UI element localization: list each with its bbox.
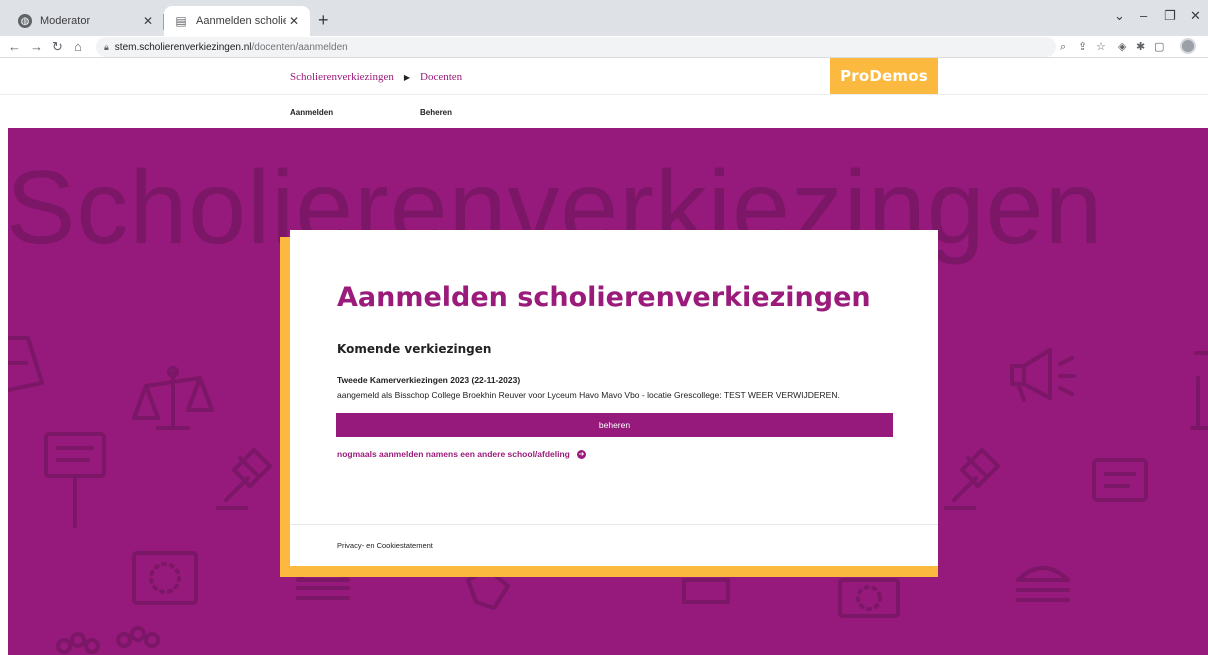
prodemos-logo[interactable]: ProDemos <box>830 58 938 94</box>
pattern-chat-icon <box>682 578 730 604</box>
close-icon[interactable]: ✕ <box>286 14 302 28</box>
tab-search-chevron-icon[interactable]: ⌄ <box>1114 8 1125 24</box>
bookmark-star-icon[interactable]: ☆ <box>1096 39 1106 55</box>
home-icon[interactable]: ⌂ <box>74 38 82 56</box>
card-divider <box>290 524 938 525</box>
side-panel-icon[interactable]: ▢ <box>1154 39 1164 55</box>
page-title: Aanmelden scholierenverkiezingen <box>337 282 871 313</box>
site-header: Scholierenverkiezingen ▶ Docenten ProDem… <box>0 58 1208 128</box>
breadcrumb: Scholierenverkiezingen ▶ Docenten <box>290 71 462 83</box>
close-icon[interactable]: ✕ <box>140 14 156 28</box>
subnav-beheren[interactable]: Beheren <box>420 108 452 117</box>
manage-button[interactable]: beheren <box>336 413 893 437</box>
url-host: stem.scholierenverkiezingen.nl <box>114 41 252 53</box>
profile-avatar[interactable] <box>1180 38 1196 54</box>
minimize-icon[interactable]: – <box>1140 8 1147 23</box>
registration-status: aangemeld als Bisschop College Broekhin … <box>337 390 840 400</box>
breadcrumb-arrow-icon: ▶ <box>403 72 411 82</box>
puzzle-icon[interactable]: ✱ <box>1136 39 1145 55</box>
lock-icon: 🔒︎ <box>104 41 109 52</box>
browser-tab-moderator[interactable]: ◍ Moderator ✕ <box>8 6 164 36</box>
pattern-eu-flag-icon-2 <box>838 578 900 618</box>
registration-card: Aanmelden scholierenverkiezingen Komende… <box>290 230 938 566</box>
browser-tab-bar: ◍ Moderator ✕ ▤ Aanmelden scholierenverk… <box>0 0 1208 36</box>
pattern-gavel-icon <box>216 448 272 510</box>
breadcrumb-docenten[interactable]: Docenten <box>420 71 462 83</box>
share-icon[interactable]: ⇪ <box>1078 39 1087 55</box>
url-path: /docenten/aanmelden <box>251 41 348 53</box>
forward-arrow-icon[interactable]: → <box>30 38 43 56</box>
pattern-megaphone-icon <box>1010 348 1076 402</box>
register-again-label: nogmaals aanmelden namens een andere sch… <box>337 449 570 459</box>
back-arrow-icon[interactable]: ← <box>8 38 21 56</box>
pattern-sign-icon <box>44 432 106 528</box>
section-heading: Komende verkiezingen <box>337 342 492 356</box>
pattern-chat-icon-2 <box>1092 458 1148 502</box>
register-again-link[interactable]: nogmaals aanmelden namens een andere sch… <box>337 449 586 459</box>
election-name: Tweede Kamerverkiezingen 2023 (22-11-202… <box>337 375 521 385</box>
pattern-column-icon <box>1190 351 1208 430</box>
page-favicon-icon: ▤ <box>175 14 187 28</box>
new-tab-icon[interactable]: + <box>318 11 329 29</box>
header-divider <box>0 94 1208 95</box>
window-close-icon[interactable]: ✕ <box>1190 8 1201 24</box>
url-input[interactable]: 🔒︎ stem.scholierenverkiezingen.nl/docent… <box>96 37 1056 57</box>
zoom-icon[interactable]: ⌕ <box>1060 39 1066 55</box>
globe-icon: ◍ <box>18 14 32 28</box>
tab-title: Aanmelden scholierenverkiezing <box>196 15 286 27</box>
address-bar: ← → ↻ ⌂ 🔒︎ stem.scholierenverkiezingen.n… <box>0 36 1208 58</box>
breadcrumb-scholierenverkiezingen[interactable]: Scholierenverkiezingen <box>290 71 394 83</box>
pattern-beads-icon <box>56 626 160 654</box>
pattern-burger-icon-2 <box>1016 566 1070 602</box>
pattern-gavel-icon-2 <box>944 448 1000 510</box>
pattern-scales-icon <box>132 366 214 430</box>
tab-title: Moderator <box>40 15 91 27</box>
subnav-aanmelden[interactable]: Aanmelden <box>290 108 333 117</box>
extension-icon[interactable]: ◈ <box>1118 39 1126 55</box>
restore-icon[interactable]: ❐ <box>1164 8 1176 24</box>
pattern-eu-flag-icon <box>132 551 198 605</box>
privacy-link[interactable]: Privacy- en Cookiestatement <box>337 541 433 550</box>
arrow-right-circle-icon: ➜ <box>576 449 586 459</box>
pattern-flag-icon <box>8 336 44 392</box>
reload-icon[interactable]: ↻ <box>52 38 63 56</box>
browser-tab-aanmelden[interactable]: ▤ Aanmelden scholierenverkiezing ✕ <box>164 6 310 36</box>
